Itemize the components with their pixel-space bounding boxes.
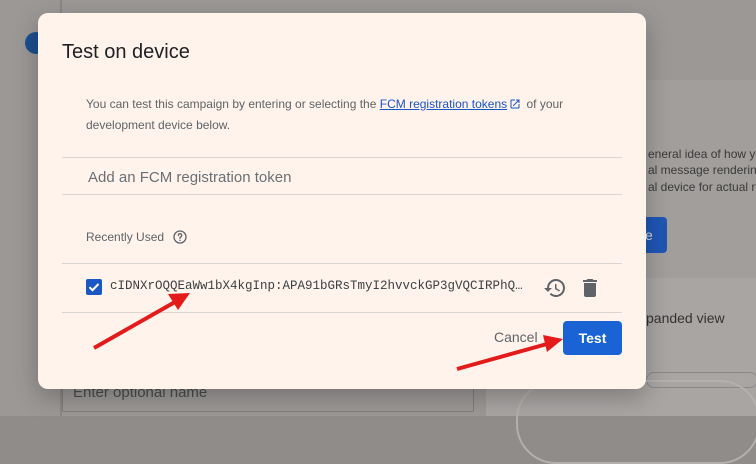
annotation-arrow — [93, 293, 190, 350]
annotation-arrow — [456, 335, 563, 371]
annotation-arrows — [93, 293, 563, 371]
